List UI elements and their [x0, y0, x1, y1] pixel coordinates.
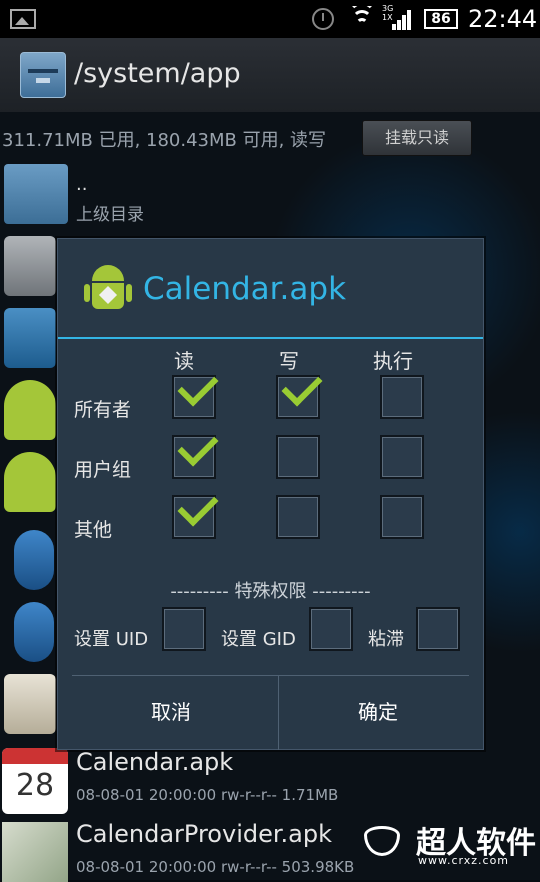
bluetooth-app-icon[interactable]	[14, 530, 54, 590]
android-app-icon[interactable]	[4, 380, 56, 440]
owner-execute-checkbox[interactable]	[380, 375, 424, 419]
special-permissions-header: --------- 特殊权限 ---------	[170, 581, 371, 602]
watermark-url: www.crxz.com	[418, 854, 510, 867]
row-label-group: 用户组	[74, 459, 132, 481]
check-mark-icon	[177, 485, 219, 527]
file-name: Calendar.apk	[76, 748, 234, 776]
row-label-others: 其他	[74, 519, 113, 541]
bluetooth-app-icon[interactable]	[14, 602, 54, 662]
sticky-checkbox[interactable]	[416, 607, 460, 651]
battery-level: 86	[424, 9, 458, 29]
group-execute-checkbox[interactable]	[380, 435, 424, 479]
calendar-app-icon: 28	[2, 748, 68, 814]
file-row-calendar[interactable]: 28 Calendar.apk 08-08-01 20:00:00 rw-r--…	[0, 744, 540, 820]
setgid-checkbox[interactable]	[309, 607, 353, 651]
others-read-checkbox[interactable]	[172, 485, 219, 539]
owner-write-checkbox[interactable]	[276, 365, 323, 419]
cancel-button[interactable]: 取消	[72, 676, 270, 750]
mount-readonly-button[interactable]: 挂载只读	[362, 120, 472, 156]
file-manager-app-icon[interactable]	[20, 52, 66, 98]
row-label-owner: 所有者	[74, 399, 132, 421]
group-read-checkbox[interactable]	[172, 425, 219, 479]
apk-android-icon	[84, 263, 132, 315]
permissions-dialog: Calendar.apk 读 写 执行 所有者 用户组 其他 ---------…	[57, 238, 484, 750]
current-path: /system/app	[74, 58, 241, 89]
file-meta: 08-08-01 20:00:00 rw-r--r-- 503.98KB	[76, 858, 355, 876]
folder-icon	[4, 164, 68, 224]
file-meta: 08-08-01 20:00:00 rw-r--r-- 1.71MB	[76, 786, 339, 804]
others-write-checkbox[interactable]	[276, 495, 320, 539]
setuid-label: 设置 UID	[74, 629, 149, 650]
calendar-icon-day: 28	[15, 768, 55, 803]
image-notification-icon	[10, 9, 36, 29]
calculator-app-icon[interactable]	[4, 674, 56, 734]
column-execute: 执行	[373, 349, 413, 373]
group-write-checkbox[interactable]	[276, 435, 320, 479]
setgid-label: 设置 GID	[221, 629, 296, 650]
file-name: CalendarProvider.apk	[76, 820, 332, 848]
watermark: 超人软件 www.crxz.com	[360, 824, 540, 880]
backup-app-icon[interactable]	[4, 236, 56, 296]
title-bar: /system/app	[0, 38, 540, 113]
setuid-checkbox[interactable]	[162, 607, 206, 651]
signal-icon	[384, 8, 412, 30]
owner-read-checkbox[interactable]	[172, 365, 219, 419]
clock: 22:44	[468, 5, 538, 33]
watermark-logo-icon	[364, 826, 400, 856]
android-app-icon[interactable]	[4, 452, 56, 512]
check-mark-icon	[177, 425, 219, 467]
wifi-icon	[350, 6, 374, 30]
storage-info: 311.71MB 已用, 180.43MB 可用, 读写	[2, 130, 327, 151]
parent-dots: ..	[76, 174, 88, 195]
sticky-label: 粘滞	[368, 629, 404, 650]
dialog-button-bar: 取消 确定	[72, 675, 469, 750]
dialog-header: Calendar.apk	[58, 239, 483, 339]
ok-button[interactable]: 确定	[279, 676, 477, 750]
dialog-title: Calendar.apk	[143, 271, 347, 307]
calendar-provider-app-icon	[2, 822, 68, 882]
others-execute-checkbox[interactable]	[380, 495, 424, 539]
alarm-icon	[312, 8, 334, 30]
parent-directory-row[interactable]: .. 上级目录	[0, 160, 540, 228]
home-app-icon[interactable]	[4, 308, 56, 368]
status-bar: 3G 1X 86 22:44	[0, 0, 540, 38]
parent-label: 上级目录	[76, 205, 144, 225]
